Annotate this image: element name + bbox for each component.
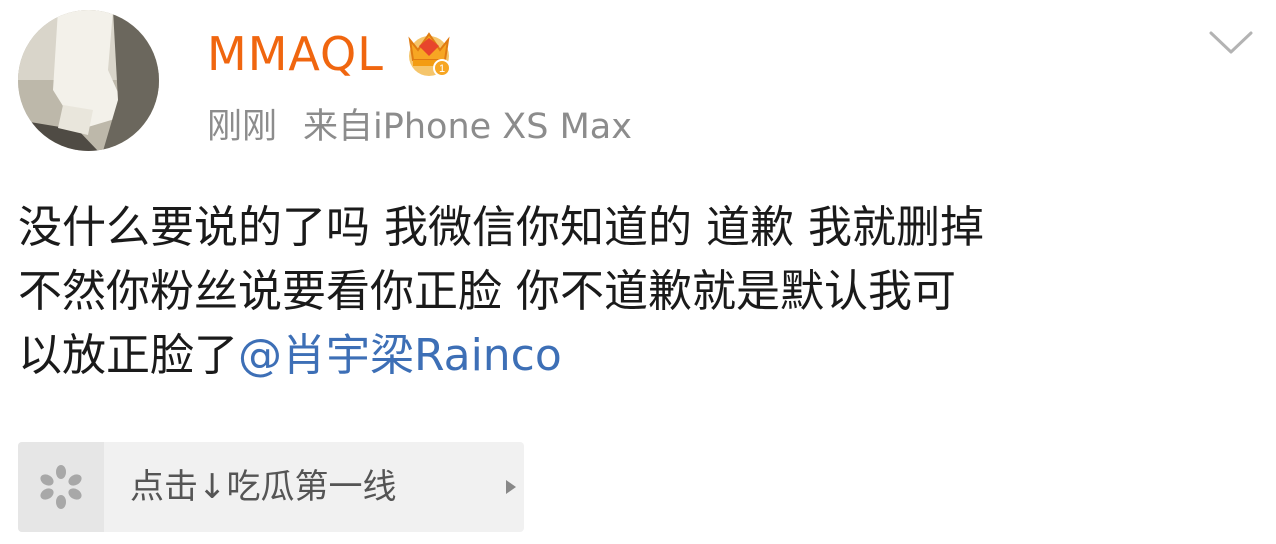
username[interactable]: MMAQL [207, 26, 384, 82]
post-text: 没什么要说的了吗 我微信你知道的 道歉 我就删掉 不然你粉丝说要看你正脸 你不道… [18, 196, 1258, 388]
topic-card[interactable]: 点击↓吃瓜第一线 [18, 442, 524, 532]
avatar-photo [18, 10, 159, 151]
post-text-line-1: 没什么要说的了吗 我微信你知道的 道歉 我就删掉 [18, 202, 984, 253]
vip-crown-icon[interactable]: 1 [402, 26, 456, 78]
mention-link[interactable]: @肖宇梁Rainco [238, 330, 562, 381]
post-time: 刚刚 [207, 107, 278, 147]
post-source[interactable]: 来自iPhone XS Max [303, 107, 632, 147]
flower-loading-icon [40, 465, 82, 509]
svg-text:1: 1 [439, 63, 445, 75]
post-meta: 刚刚 来自iPhone XS Max [207, 104, 632, 150]
avatar[interactable] [18, 10, 159, 151]
topic-label: 点击↓吃瓜第一线 [130, 467, 397, 507]
chevron-down-icon[interactable] [1208, 30, 1254, 56]
post-text-line-3: 以放正脸了@肖宇梁Rainco [18, 324, 1258, 388]
post-text-line-2: 不然你粉丝说要看你正脸 你不道歉就是默认我可 [18, 266, 956, 317]
topic-icon-box [18, 442, 104, 532]
play-arrow-icon [506, 480, 516, 494]
post-text-line-3-text: 以放正脸了 [18, 330, 238, 381]
